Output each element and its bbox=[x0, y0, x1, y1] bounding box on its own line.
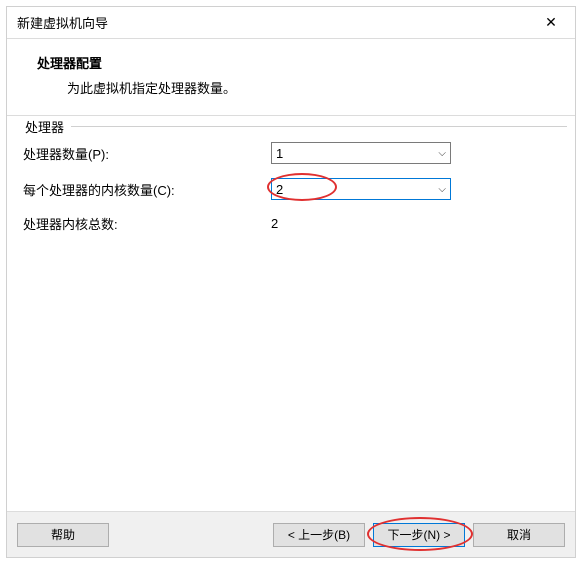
next-button[interactable]: 下一步(N) > bbox=[373, 523, 465, 547]
row-processors: 处理器数量(P): 1 ⌵ bbox=[23, 142, 559, 164]
row-cores: 每个处理器的内核数量(C): ⌵ bbox=[23, 178, 559, 200]
group-divider bbox=[71, 126, 567, 127]
processors-select[interactable]: 1 ⌵ bbox=[271, 142, 451, 164]
dialog-window: 新建虚拟机向导 ✕ 处理器配置 为此虚拟机指定处理器数量。 处理器 处理器数量(… bbox=[6, 6, 576, 558]
content-area: 处理器 处理器数量(P): 1 ⌵ 每个处理器的内核数量(C): ⌵ bbox=[7, 116, 575, 511]
wizard-header: 处理器配置 为此虚拟机指定处理器数量。 bbox=[7, 39, 575, 116]
cores-label: 每个处理器的内核数量(C): bbox=[23, 180, 271, 199]
cores-select[interactable]: ⌵ bbox=[271, 178, 451, 200]
chevron-down-icon: ⌵ bbox=[438, 184, 446, 195]
total-label: 处理器内核总数: bbox=[23, 214, 271, 233]
page-subtitle: 为此虚拟机指定处理器数量。 bbox=[67, 78, 555, 97]
cancel-button[interactable]: 取消 bbox=[473, 523, 565, 547]
help-button[interactable]: 帮助 bbox=[17, 523, 109, 547]
back-button[interactable]: < 上一步(B) bbox=[273, 523, 365, 547]
row-total: 处理器内核总数: 2 bbox=[23, 214, 559, 233]
cores-input[interactable] bbox=[276, 182, 416, 197]
total-value: 2 bbox=[271, 216, 278, 231]
button-bar: 帮助 < 上一步(B) 下一步(N) > 取消 bbox=[7, 511, 575, 557]
cancel-button-label: 取消 bbox=[507, 526, 531, 543]
window-title: 新建虚拟机向导 bbox=[17, 13, 108, 32]
processors-group: 处理器 处理器数量(P): 1 ⌵ 每个处理器的内核数量(C): ⌵ bbox=[11, 120, 571, 257]
close-icon: ✕ bbox=[545, 14, 557, 31]
processors-value: 1 bbox=[276, 146, 283, 161]
help-button-label: 帮助 bbox=[51, 526, 75, 543]
page-title: 处理器配置 bbox=[37, 53, 555, 72]
back-button-label: < 上一步(B) bbox=[288, 526, 350, 543]
next-button-label: 下一步(N) > bbox=[387, 526, 450, 543]
processors-label: 处理器数量(P): bbox=[23, 144, 271, 163]
group-label: 处理器 bbox=[21, 117, 68, 136]
title-bar: 新建虚拟机向导 ✕ bbox=[7, 7, 575, 39]
close-button[interactable]: ✕ bbox=[533, 9, 569, 37]
chevron-down-icon: ⌵ bbox=[438, 148, 446, 159]
